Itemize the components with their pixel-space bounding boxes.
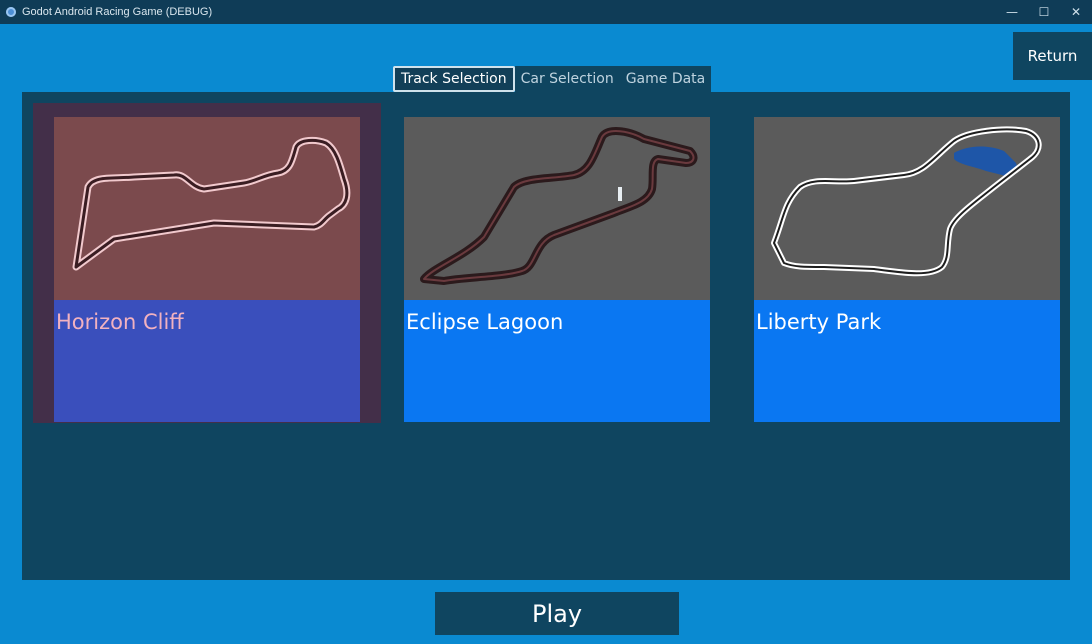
track-map-icon <box>420 127 698 285</box>
godot-app-icon <box>6 7 16 17</box>
track-name: Horizon Cliff <box>56 310 184 334</box>
tab-car-selection[interactable]: Car Selection <box>514 66 620 92</box>
track-card-liberty-park[interactable]: Liberty Park <box>754 117 1060 422</box>
tab-track-selection[interactable]: Track Selection <box>393 66 515 92</box>
track-thumbnail <box>404 117 710 300</box>
tab-bar: Track Selection Car Selection Game Data <box>393 66 712 92</box>
track-map-icon <box>771 126 1042 277</box>
track-name: Liberty Park <box>756 310 882 334</box>
track-label-box: Eclipse Lagoon <box>404 300 710 422</box>
tab-game-data[interactable]: Game Data <box>619 66 712 92</box>
window-controls: — ☐ ✕ <box>996 0 1092 24</box>
track-label-box: Liberty Park <box>754 300 1060 422</box>
track-thumbnail <box>54 117 360 300</box>
close-icon[interactable]: ✕ <box>1060 0 1092 24</box>
track-card-horizon-cliff[interactable]: Horizon Cliff <box>54 117 360 422</box>
track-name: Eclipse Lagoon <box>406 310 564 334</box>
track-card-eclipse-lagoon[interactable]: Eclipse Lagoon <box>404 117 710 422</box>
track-map-icon <box>72 136 351 271</box>
window-title: Godot Android Racing Game (DEBUG) <box>22 6 213 18</box>
track-thumbnail <box>754 117 1060 300</box>
maximize-icon[interactable]: ☐ <box>1028 0 1060 24</box>
play-button[interactable]: Play <box>435 592 679 635</box>
track-label-box: Horizon Cliff <box>54 300 360 422</box>
minimize-icon[interactable]: — <box>996 0 1028 24</box>
return-button[interactable]: Return <box>1013 32 1092 80</box>
window-titlebar: Godot Android Racing Game (DEBUG) — ☐ ✕ <box>0 0 1092 24</box>
